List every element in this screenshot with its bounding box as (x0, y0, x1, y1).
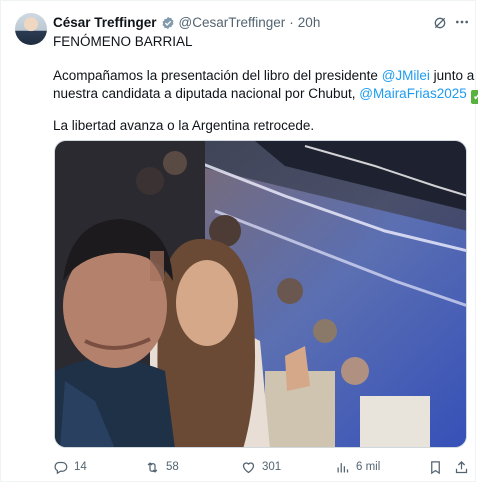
post-text-line: nuestra candidata a diputada nacional po… (53, 85, 478, 104)
bookmark-button[interactable] (428, 457, 443, 477)
views-count: 6 mil (356, 461, 381, 473)
photo-illustration (55, 141, 466, 447)
bookmark-icon (431, 460, 440, 474)
verified-badge-icon (162, 16, 174, 29)
share-icon (455, 460, 468, 473)
like-count: 301 (262, 461, 282, 473)
like-icon (242, 461, 255, 473)
tweet-card[interactable]: César Treffinger @CesarTreffinger · 20h … (0, 0, 478, 482)
check-emoji: ✓ (470, 90, 478, 104)
views-button[interactable]: 6 mil (335, 457, 380, 477)
tweet-header: César Treffinger @CesarTreffinger · 20h (53, 15, 320, 30)
post-photo[interactable] (54, 140, 467, 448)
repost-count: 58 (166, 461, 179, 473)
separator-dot: · (289, 15, 294, 30)
views-icon (337, 462, 349, 472)
post-text-line: FENÓMENO BARRIAL (53, 34, 193, 49)
mention-link[interactable]: @MairaFrias2025 (359, 86, 467, 101)
reply-button[interactable]: 14 (53, 457, 87, 477)
more-icon[interactable] (454, 14, 470, 30)
author-name[interactable]: César Treffinger (53, 15, 157, 30)
grok-icon[interactable] (432, 15, 448, 31)
like-button[interactable]: 301 (241, 457, 281, 477)
post-text-segment: junto a (429, 68, 475, 83)
mention-link[interactable]: @JMilei (382, 68, 430, 83)
action-bar: 14 58 301 6 mil (53, 457, 469, 477)
post-text-line: La libertad avanza o la Argentina retroc… (53, 118, 315, 133)
author-handle[interactable]: @CesarTreffinger (179, 15, 286, 30)
post-text-segment: Acompañamos la presentación del libro de… (53, 68, 382, 83)
post-text-segment: nuestra candidata a diputada nacional po… (53, 86, 360, 101)
repost-icon (147, 461, 158, 473)
reply-count: 14 (74, 461, 87, 473)
reply-icon (54, 461, 68, 474)
post-time[interactable]: 20h (298, 15, 321, 30)
repost-button[interactable]: 58 (145, 457, 179, 477)
post-text-line: Acompañamos la presentación del libro de… (53, 67, 474, 85)
avatar[interactable] (15, 13, 47, 45)
share-button[interactable] (454, 457, 469, 477)
